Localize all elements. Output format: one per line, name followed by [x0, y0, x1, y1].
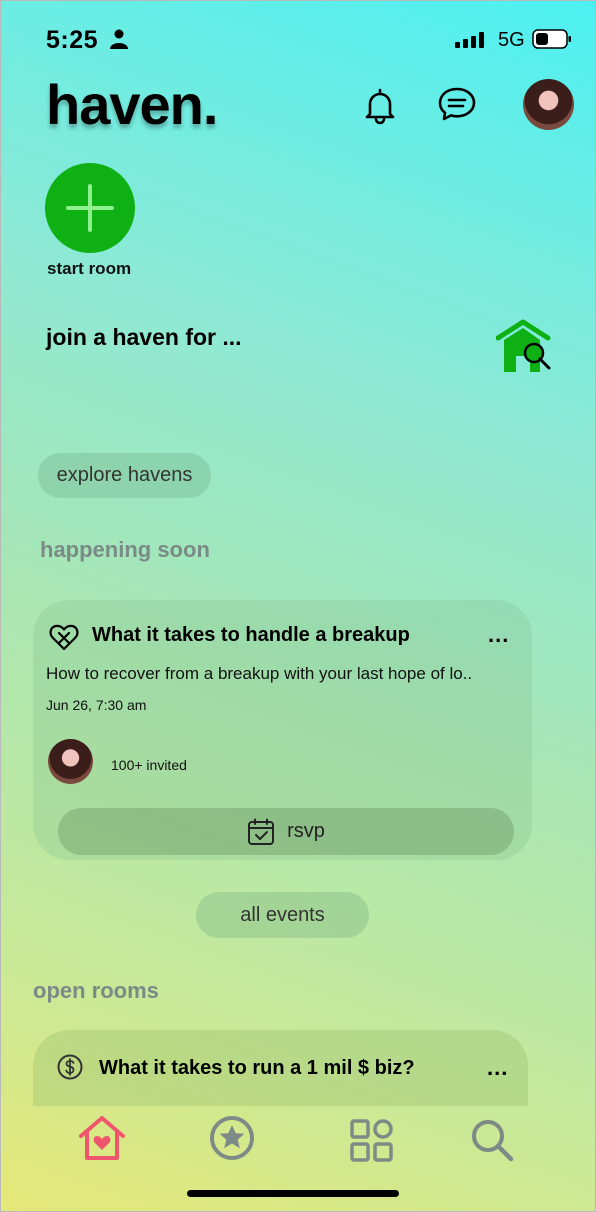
room-title: What it takes to run a 1 mil $ biz?	[99, 1057, 415, 1079]
tab-favorites[interactable]	[208, 1114, 256, 1162]
event-title: What it takes to handle a breakup	[92, 624, 410, 646]
event-description: How to recover from a breakup with your …	[46, 664, 473, 683]
rsvp-button[interactable]: rsvp	[58, 808, 514, 855]
network-label: 5G	[498, 29, 525, 51]
profile-avatar[interactable]	[523, 79, 574, 130]
person-icon	[110, 29, 128, 49]
battery-icon	[532, 29, 571, 49]
join-haven-title: join a haven for ...	[46, 324, 242, 350]
dollar-icon	[57, 1054, 83, 1080]
tab-home[interactable]	[78, 1114, 126, 1162]
start-room-label: start room	[47, 259, 132, 278]
happening-soon-heading: happening soon	[40, 537, 210, 562]
start-room-button[interactable]	[45, 163, 135, 253]
all-events-button[interactable]: all events	[196, 892, 369, 938]
tab-search[interactable]	[468, 1116, 516, 1164]
status-time: 5:25	[46, 26, 99, 54]
event-menu-button[interactable]: ...	[488, 622, 509, 648]
broken-heart-icon	[49, 624, 79, 651]
open-rooms-heading: open rooms	[33, 978, 159, 1003]
bell-icon[interactable]	[360, 86, 400, 126]
signal-icon	[455, 32, 484, 48]
invited-count: 100+ invited	[111, 757, 187, 773]
event-date: Jun 26, 7:30 am	[46, 697, 147, 713]
rsvp-label: rsvp	[287, 820, 325, 842]
host-avatar	[48, 739, 93, 784]
house-search-icon[interactable]	[496, 318, 552, 374]
home-indicator	[187, 1190, 399, 1197]
tab-grid[interactable]	[348, 1117, 396, 1165]
plus-icon	[66, 184, 114, 232]
room-menu-button[interactable]: ...	[487, 1055, 508, 1081]
app-logo: haven.	[46, 73, 218, 136]
calendar-check-icon	[248, 818, 275, 845]
chat-icon[interactable]	[437, 84, 477, 124]
explore-havens-button[interactable]: explore havens	[38, 453, 211, 498]
